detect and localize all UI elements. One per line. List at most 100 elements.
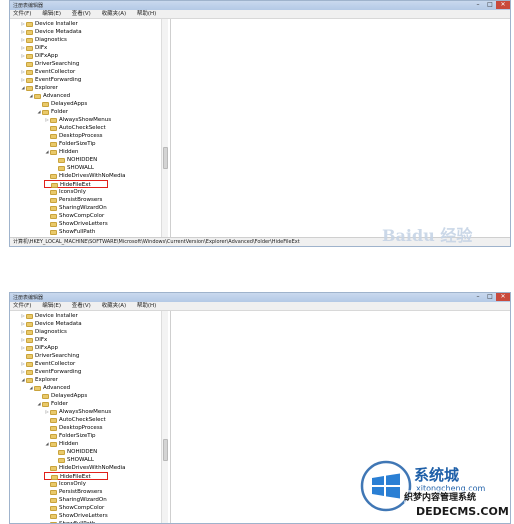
baidu-watermark: Baidu 经验	[382, 226, 473, 245]
tree-item-showall[interactable]: SHOWALL	[52, 456, 94, 464]
tree-item-showdriveletters[interactable]: ShowDriveLetters	[44, 220, 108, 228]
tree-item-iconsonly[interactable]: IconsOnly	[44, 188, 86, 196]
menu-view[interactable]: 查看(V)	[72, 303, 91, 309]
tree-item-eventcollector[interactable]: ▷ EventCollector	[20, 360, 75, 368]
tree-item-showcompcolor[interactable]: ShowCompColor	[44, 212, 104, 220]
menu-favorites[interactable]: 收藏夹(A)	[102, 11, 127, 17]
tree-item-difx[interactable]: ▷ DIFx	[20, 44, 47, 52]
pane-splitter[interactable]	[170, 19, 171, 237]
tree-item-explorer[interactable]: ◢ Explorer	[20, 84, 58, 92]
menu-edit[interactable]: 编辑(E)	[42, 303, 61, 309]
tree-item-folder[interactable]: ◢ Folder	[36, 108, 68, 116]
tree-item-eventcollector[interactable]: ▷ EventCollector	[20, 68, 75, 76]
tree-item-diagnostics[interactable]: ▷ Diagnostics	[20, 36, 67, 44]
tree-item-delayedapps[interactable]: DelayedApps	[36, 100, 87, 108]
tree-item-persistbrowsers[interactable]: PersistBrowsers	[44, 488, 102, 496]
tree-item-device-metadata[interactable]: ▷ Device Metadata	[20, 28, 82, 36]
tree-item-difxapp[interactable]: ▷ DIFxApp	[20, 52, 58, 60]
tree-item-label: Device Metadata	[35, 321, 82, 327]
menu-bar: 文件(F) 编辑(E) 查看(V) 收藏夹(A) 帮助(H)	[10, 10, 510, 19]
tree-item-label: Diagnostics	[35, 329, 67, 335]
minimize-button[interactable]: –	[472, 293, 484, 301]
tree-item-foldersizetip[interactable]: FolderSizeTip	[44, 432, 96, 440]
tree-item-advanced[interactable]: ◢ Advanced	[28, 92, 70, 100]
tree-item-label: HideDrivesWithNoMedia	[59, 465, 126, 471]
folder-icon	[42, 110, 49, 115]
tree-item-folder[interactable]: ◢ Folder	[36, 400, 68, 408]
close-button[interactable]: ✕	[496, 293, 510, 301]
tree-item-device-installer[interactable]: ▷ Device Installer	[20, 312, 78, 320]
tree-item-showdriveletters[interactable]: ShowDriveLetters	[44, 512, 108, 520]
tree-item-label: AutoCheckSelect	[59, 417, 106, 423]
tree-item-diagnostics[interactable]: ▷ Diagnostics	[20, 328, 67, 336]
folder-icon	[50, 206, 57, 211]
tree-item-nohidden[interactable]: NOHIDDEN	[52, 448, 97, 456]
tree-item-hidden[interactable]: ◢ Hidden	[44, 148, 79, 156]
tree-item-label: Hidden	[59, 149, 79, 155]
tree-item-eventforwarding[interactable]: ▷ EventForwarding	[20, 368, 81, 376]
folder-icon	[50, 150, 57, 155]
tree-item-hidefileext[interactable]: HideFileExt	[44, 180, 108, 188]
folder-icon	[26, 54, 33, 59]
tree-item-delayedapps[interactable]: DelayedApps	[36, 392, 87, 400]
tree-item-driversearching[interactable]: DriverSearching	[20, 352, 79, 360]
tree-item-hidedriveswithnomedia[interactable]: HideDrivesWithNoMedia	[44, 464, 126, 472]
tree-item-desktopprocess[interactable]: DesktopProcess	[44, 424, 103, 432]
menu-favorites[interactable]: 收藏夹(A)	[102, 303, 127, 309]
tree-item-driversearching[interactable]: DriverSearching	[20, 60, 79, 68]
tree-item-label: IconsOnly	[59, 481, 86, 487]
folder-icon	[26, 78, 33, 83]
maximize-button[interactable]: □	[484, 293, 496, 301]
tree-item-alwaysshowmenus[interactable]: ▷ AlwaysShowMenus	[44, 408, 111, 416]
folder-icon	[26, 354, 33, 359]
tree-item-autocheckselect[interactable]: AutoCheckSelect	[44, 416, 106, 424]
scrollbar-thumb[interactable]	[163, 147, 168, 169]
tree-item-sharingwizardon[interactable]: SharingWizardOn	[44, 204, 107, 212]
menu-edit[interactable]: 编辑(E)	[42, 11, 61, 17]
tree-scrollbar[interactable]	[161, 19, 168, 237]
tree-item-label: DriverSearching	[35, 61, 80, 67]
tree-item-desktopprocess[interactable]: DesktopProcess	[44, 132, 103, 140]
folder-icon	[50, 198, 57, 203]
tree-item-label: Device Installer	[35, 313, 78, 319]
pane-splitter[interactable]	[170, 311, 171, 523]
menu-help[interactable]: 帮助(H)	[137, 11, 156, 17]
scrollbar-thumb[interactable]	[163, 439, 168, 461]
minimize-button[interactable]: –	[472, 1, 484, 9]
folder-icon	[50, 442, 57, 447]
tree-item-persistbrowsers[interactable]: PersistBrowsers	[44, 196, 102, 204]
tree-item-autocheckselect[interactable]: AutoCheckSelect	[44, 124, 106, 132]
tree-item-hidefileext[interactable]: HideFileExt	[44, 472, 108, 480]
close-button[interactable]: ✕	[496, 1, 510, 9]
menu-file[interactable]: 文件(F)	[13, 303, 31, 309]
tree-item-device-metadata[interactable]: ▷ Device Metadata	[20, 320, 82, 328]
tree-item-hidedriveswithnomedia[interactable]: HideDrivesWithNoMedia	[44, 172, 126, 180]
site-watermark-url: DEDECMS.COM	[416, 505, 509, 518]
tree-item-label: FolderSizeTip	[59, 141, 96, 147]
tree-item-difx[interactable]: ▷ DIFx	[20, 336, 47, 344]
tree-item-label: Folder	[51, 109, 68, 115]
tree-item-showall[interactable]: SHOWALL	[52, 164, 94, 172]
tree-item-showcompcolor[interactable]: ShowCompColor	[44, 504, 104, 512]
tree-item-eventforwarding[interactable]: ▷ EventForwarding	[20, 76, 81, 84]
tree-item-advanced[interactable]: ◢ Advanced	[28, 384, 70, 392]
tree-item-foldersizetip[interactable]: FolderSizeTip	[44, 140, 96, 148]
maximize-button[interactable]: □	[484, 1, 496, 9]
tree-item-iconsonly[interactable]: IconsOnly	[44, 480, 86, 488]
tree-item-label: Device Metadata	[35, 29, 82, 35]
menu-help[interactable]: 帮助(H)	[137, 303, 156, 309]
tree-scrollbar[interactable]	[161, 311, 168, 523]
tree-item-explorer[interactable]: ◢ Explorer	[20, 376, 58, 384]
tree-item-sharingwizardon[interactable]: SharingWizardOn	[44, 496, 107, 504]
tree-item-hidden[interactable]: ◢ Hidden	[44, 440, 79, 448]
brand-watermark-cn: 系统城	[414, 466, 460, 484]
tree-item-showfullpath[interactable]: ShowFullPath	[44, 520, 95, 523]
menu-view[interactable]: 查看(V)	[72, 11, 91, 17]
tree-item-difxapp[interactable]: ▷ DIFxApp	[20, 344, 58, 352]
tree-item-nohidden[interactable]: NOHIDDEN	[52, 156, 97, 164]
folder-icon	[34, 386, 41, 391]
tree-item-showfullpath[interactable]: ShowFullPath	[44, 228, 95, 236]
tree-item-alwaysshowmenus[interactable]: ▷ AlwaysShowMenus	[44, 116, 111, 124]
menu-file[interactable]: 文件(F)	[13, 11, 31, 17]
tree-item-device-installer[interactable]: ▷ Device Installer	[20, 20, 78, 28]
